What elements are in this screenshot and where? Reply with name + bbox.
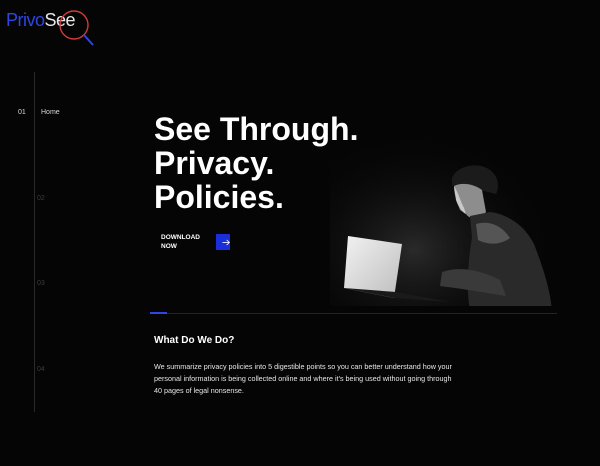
download-now-button[interactable]: DOWNLOAD NOW [159,232,230,252]
nav-rail [34,72,35,412]
brand-logo[interactable]: PrivoSee [6,4,102,48]
section-divider [150,313,557,314]
arrow-right-icon [222,239,230,245]
headline-line-1: See Through. [154,111,359,147]
section-body: We summarize privacy policies into 5 dig… [154,362,452,395]
brand-name-part1: Privo [6,10,45,30]
headline-line-3: Policies. [154,179,284,215]
hero-image [330,120,570,320]
nav-item-home[interactable]: Home [41,109,60,116]
download-now-label: DOWNLOAD NOW [159,232,216,252]
magnifier-icon [59,10,94,46]
nav-number-01[interactable]: 01 [18,109,26,116]
nav-number-03[interactable]: 03 [37,280,45,287]
nav-number-02[interactable]: 02 [37,195,45,202]
divider-accent [150,312,167,314]
hero-headline: See Through. Privacy. Policies. [154,112,358,214]
section-title: What Do We Do? [154,335,235,346]
nav-number-04[interactable]: 04 [37,366,45,373]
headline-line-2: Privacy. [154,145,275,181]
